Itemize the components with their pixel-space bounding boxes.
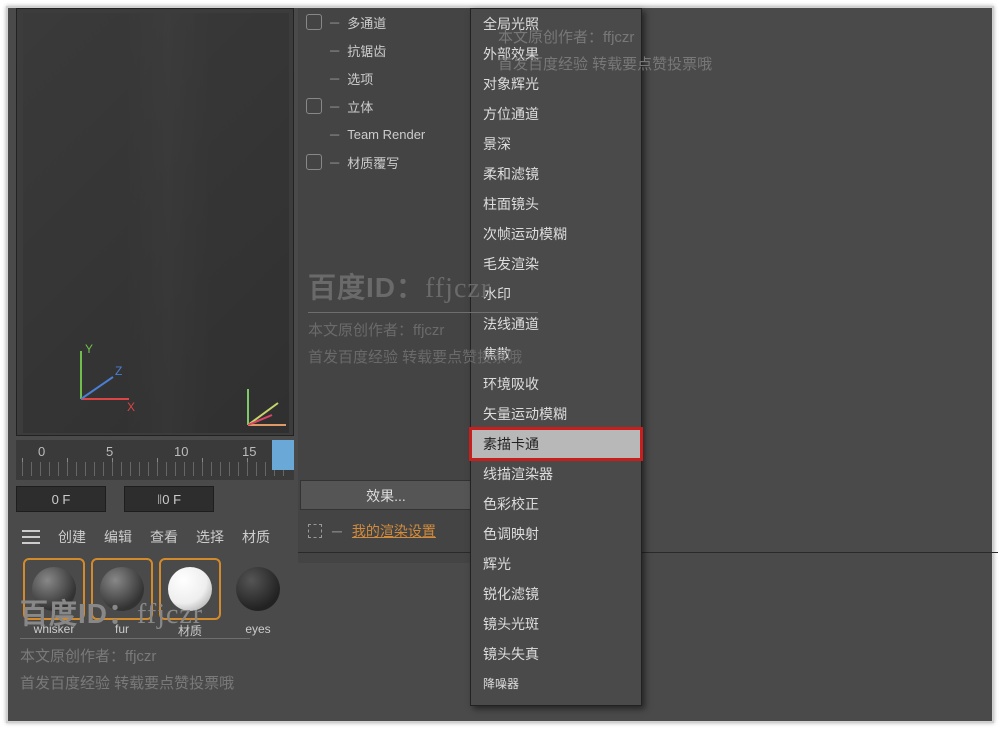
effects-menu-item[interactable]: 全局光照 [471,9,641,39]
effects-menu-item[interactable]: 矢量运动模糊 [471,399,641,429]
material-thumb [229,560,287,618]
render-option[interactable]: ─多通道 [298,8,474,36]
app-frame: Y X Z 0 5 10 15 0 F 0 F 创建 编辑 查看 选择 [6,6,994,723]
my-render-settings-label: 我的渲染设置 [352,521,436,541]
frame-current-field[interactable]: 0 F [124,486,214,512]
material-thumb [161,560,219,618]
expand-icon[interactable] [308,524,322,538]
effects-menu-item[interactable]: 线描渲染器 [471,459,641,489]
effects-menu-item[interactable]: 景深 [471,129,641,159]
render-option-label: 多通道 [347,13,386,32]
effects-menu-item[interactable]: 降噪器 [471,669,641,699]
material-item[interactable]: 材质 [158,560,222,646]
axis-indicator: Y X Z [59,341,139,421]
effects-menu-item[interactable]: 方位通道 [471,99,641,129]
effects-button[interactable]: 效果... [300,480,472,510]
material-label: whisker [22,622,86,636]
effects-menu-item[interactable]: 水印 [471,279,641,309]
effects-menu-item[interactable]: 辉光 [471,549,641,579]
menu-icon[interactable] [22,530,40,544]
effects-menu-item[interactable]: 镜头光斑 [471,609,641,639]
effects-menu-item[interactable]: 次帧运动模糊 [471,219,641,249]
material-manager-menu: 创建 编辑 查看 选择 材质 [16,524,294,550]
menu-material[interactable]: 材质 [242,527,270,547]
timeline[interactable]: 0 5 10 15 [16,440,294,480]
effects-menu-item[interactable]: 对象辉光 [471,69,641,99]
render-option[interactable]: ─立体 [298,92,474,120]
timeline-tick: 10 [174,444,188,459]
render-option[interactable]: ─选项 [298,64,474,92]
menu-edit[interactable]: 编辑 [104,527,132,547]
frame-start-field[interactable]: 0 F [16,486,106,512]
effects-menu-item[interactable]: 锐化滤镜 [471,579,641,609]
render-option-label: 抗锯齿 [347,41,386,60]
material-label: 材质 [158,622,222,639]
effects-menu-item[interactable]: 色调映射 [471,519,641,549]
menu-select[interactable]: 选择 [196,527,224,547]
effects-menu-item[interactable]: 柱面镜头 [471,189,641,219]
effects-menu-item[interactable]: 毛发渲染 [471,249,641,279]
axis-z-label: Z [115,364,122,378]
material-item[interactable]: whisker [22,560,86,646]
render-option-label: 选项 [347,69,373,88]
axis-y-label: Y [85,342,93,356]
checkbox-icon[interactable] [306,154,322,170]
timeline-tick: 0 [38,444,45,459]
material-item[interactable]: fur [90,560,154,646]
effects-menu-item[interactable]: 柔和滤镜 [471,159,641,189]
effects-menu-item[interactable]: 素描卡通 [471,429,641,459]
effects-menu-item[interactable]: 外部效果 [471,39,641,69]
render-option-label: Team Render [347,127,425,142]
checkbox-icon[interactable] [306,98,322,114]
effects-menu-item[interactable]: 镜头失真 [471,639,641,669]
render-option[interactable]: ─抗锯齿 [298,36,474,64]
axis-x-label: X [127,400,135,414]
separator [298,552,998,553]
render-option-label: 材质覆写 [347,153,399,172]
effects-menu-item[interactable]: 法线通道 [471,309,641,339]
material-thumb [25,560,83,618]
menu-view[interactable]: 查看 [150,527,178,547]
timeline-tick: 15 [242,444,256,459]
material-label: fur [90,622,154,636]
material-item[interactable]: eyes [226,560,290,646]
timeline-tick: 5 [106,444,113,459]
frame-fields: 0 F 0 F [16,486,294,516]
render-option-label: 立体 [347,97,373,116]
checkbox-icon[interactable] [306,14,322,30]
material-label: eyes [226,622,290,636]
menu-create[interactable]: 创建 [58,527,86,547]
render-option[interactable]: ─Team Render [298,120,474,148]
effects-menu-item[interactable]: 焦散 [471,339,641,369]
viewport-3d[interactable]: Y X Z [16,8,294,436]
world-gizmo [238,375,298,435]
material-list: whisker fur 材质 eyes [16,556,294,666]
material-thumb [93,560,151,618]
render-option[interactable]: ─材质覆写 [298,148,474,176]
viewport-inner: Y X Z [23,13,289,433]
playhead[interactable] [272,440,294,470]
effects-menu-item[interactable]: 色彩校正 [471,489,641,519]
effects-dropdown: 全局光照外部效果对象辉光方位通道景深柔和滤镜柱面镜头次帧运动模糊毛发渲染水印法线… [470,8,642,706]
effects-menu-item[interactable]: 环境吸收 [471,369,641,399]
